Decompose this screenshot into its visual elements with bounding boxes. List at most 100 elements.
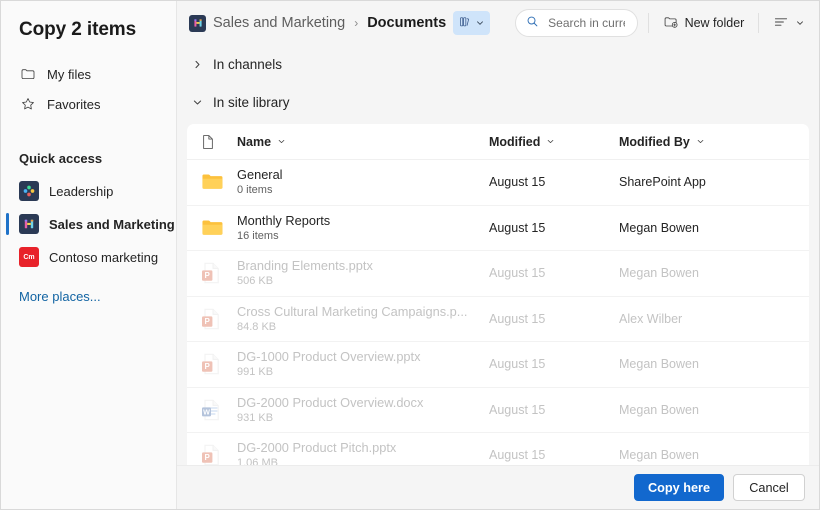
chevron-right-icon (192, 59, 203, 70)
file-name: DG-2000 Product Pitch.pptx (237, 440, 397, 456)
library-picker-button[interactable] (453, 11, 491, 35)
file-name-cell: DG-2000 Product Overview.docx 931 KB (237, 395, 489, 425)
sidebar-nav: My files Favorites (1, 59, 176, 119)
folder-icon (19, 66, 36, 83)
sidebar-item-leadership[interactable]: Leadership (1, 176, 176, 206)
selection-indicator (6, 213, 9, 235)
powerpoint-icon: P (201, 308, 237, 330)
modified-cell: August 15 (489, 266, 546, 281)
chevron-down-icon (192, 97, 203, 108)
search-icon (526, 15, 539, 31)
more-places-link[interactable]: More places... (1, 289, 101, 304)
sidebar-item-sales-and-marketing[interactable]: Sales and Marketing (1, 209, 176, 239)
svg-text:P: P (205, 271, 211, 280)
section-title: In channels (213, 56, 283, 72)
main-panel: Sales and Marketing › Documents Search i… (177, 1, 819, 509)
search-box[interactable] (515, 9, 638, 37)
sidebar-item-label: My files (47, 66, 92, 82)
powerpoint-icon: P (201, 262, 237, 284)
leadership-avatar (19, 181, 39, 201)
powerpoint-icon: P (201, 444, 237, 465)
breadcrumb-separator: › (354, 16, 359, 30)
file-name: General (237, 167, 283, 183)
copy-items-dialog: Copy 2 items My files Favorites Quick ac… (0, 0, 820, 510)
breadcrumb-site[interactable]: Sales and Marketing (213, 15, 345, 31)
svg-text:P: P (205, 453, 211, 462)
chevron-down-icon (546, 135, 555, 149)
modified-by-cell: Megan Bowen (619, 357, 699, 372)
column-header-modified[interactable]: Modified (489, 135, 619, 149)
modified-by-cell: Megan Bowen (619, 448, 699, 463)
file-meta: 931 KB (237, 411, 274, 424)
modified-cell: August 15 (489, 357, 546, 372)
powerpoint-icon: P (201, 353, 237, 375)
table-header: Name Modified Modified By (187, 124, 809, 160)
file-name: DG-2000 Product Overview.docx (237, 394, 424, 410)
search-input[interactable] (546, 15, 627, 31)
copy-here-button[interactable]: Copy here (633, 474, 724, 501)
word-icon: W (201, 399, 237, 421)
sidebar-item-favorites[interactable]: Favorites (1, 89, 176, 119)
new-folder-label: New folder (684, 16, 745, 30)
table-row: W DG-2000 Product Overview.docx 931 KB Augu… (187, 388, 809, 433)
file-name: Branding Elements.pptx (237, 258, 373, 274)
toolbar: Sales and Marketing › Documents Search i… (177, 1, 819, 45)
modified-cell: August 15 (489, 311, 546, 326)
modified-by-cell: Alex Wilber (619, 311, 683, 326)
file-name-cell: Cross Cultural Marketing Campaigns.p... 8… (237, 304, 489, 334)
file-meta: 506 KB (237, 275, 274, 288)
table-row: P DG-2000 Product Pitch.pptx 1.06 MB August… (187, 433, 809, 465)
svg-text:W: W (203, 407, 210, 416)
list-view-icon (773, 14, 789, 33)
file-meta: 991 KB (237, 366, 274, 379)
modified-by-cell: SharePoint App (619, 175, 706, 190)
file-name-cell: DG-2000 Product Pitch.pptx 1.06 MB (237, 440, 489, 465)
file-name-cell: DG-1000 Product Overview.pptx 991 KB (237, 349, 489, 379)
chevron-down-icon (795, 16, 805, 31)
column-header-name[interactable]: Name (237, 135, 489, 149)
modified-cell: August 15 (489, 448, 546, 463)
quick-access-heading: Quick access (19, 151, 103, 166)
table-row[interactable]: Monthly Reports 16 items August 15 Megan Bo… (187, 206, 809, 251)
cancel-button[interactable]: Cancel (733, 474, 805, 501)
new-folder-button[interactable]: New folder (659, 9, 749, 37)
sidebar-item-label: Favorites (47, 96, 101, 112)
modified-cell: August 15 (489, 402, 546, 417)
sidebar-item-contoso-marketing[interactable]: Cm Contoso marketing (1, 242, 176, 272)
sidebar-item-label: Contoso marketing (49, 249, 159, 265)
toolbar-divider (647, 13, 649, 33)
file-meta: 1.06 MB (237, 457, 278, 465)
star-icon (19, 96, 36, 113)
file-name-cell: General 0 items (237, 167, 489, 197)
table-row[interactable]: General 0 items August 15 SharePoint App (187, 160, 809, 206)
view-options-button[interactable] (769, 9, 809, 37)
sidebar-item-my-files[interactable]: My files (1, 59, 176, 89)
file-rows: General 0 items August 15 SharePoint App Mon… (187, 160, 809, 465)
section-in-site-library-toggle[interactable]: In site library (187, 89, 809, 115)
table-row: P Cross Cultural Marketing Campaigns.p...… (187, 297, 809, 342)
file-name: DG-1000 Product Overview.pptx (237, 349, 421, 365)
column-header-modified-by[interactable]: Modified By (619, 135, 809, 149)
folder-icon (201, 172, 237, 192)
table-row: P DG-1000 Product Overview.pptx 991 KB Augu… (187, 342, 809, 388)
sidebar-item-label: Leadership (49, 183, 114, 199)
section-in-channels-toggle[interactable]: In channels (187, 51, 809, 77)
file-meta: 84.8 KB (237, 320, 277, 333)
file-list-card: Name Modified Modified By General 0 item… (187, 124, 809, 465)
sidebar: Copy 2 items My files Favorites Quick ac… (1, 1, 177, 509)
modified-by-cell: Megan Bowen (619, 220, 699, 235)
file-meta: 0 items (237, 184, 273, 197)
folder-icon (201, 218, 237, 238)
column-header-label: Name (237, 134, 272, 149)
dialog-footer: Copy here Cancel (177, 465, 819, 509)
table-row: P Branding Elements.pptx 506 KB August 15 Me… (187, 251, 809, 297)
file-name-cell: Monthly Reports 16 items (237, 213, 489, 243)
svg-text:P: P (205, 317, 211, 326)
chevron-down-icon (696, 135, 705, 149)
svg-text:P: P (205, 362, 211, 371)
modified-cell: August 15 (489, 220, 546, 235)
file-meta: 16 items (237, 229, 279, 242)
toolbar-divider-2 (758, 13, 760, 33)
breadcrumb-library: Documents (367, 15, 447, 31)
modified-cell: August 15 (489, 175, 546, 190)
